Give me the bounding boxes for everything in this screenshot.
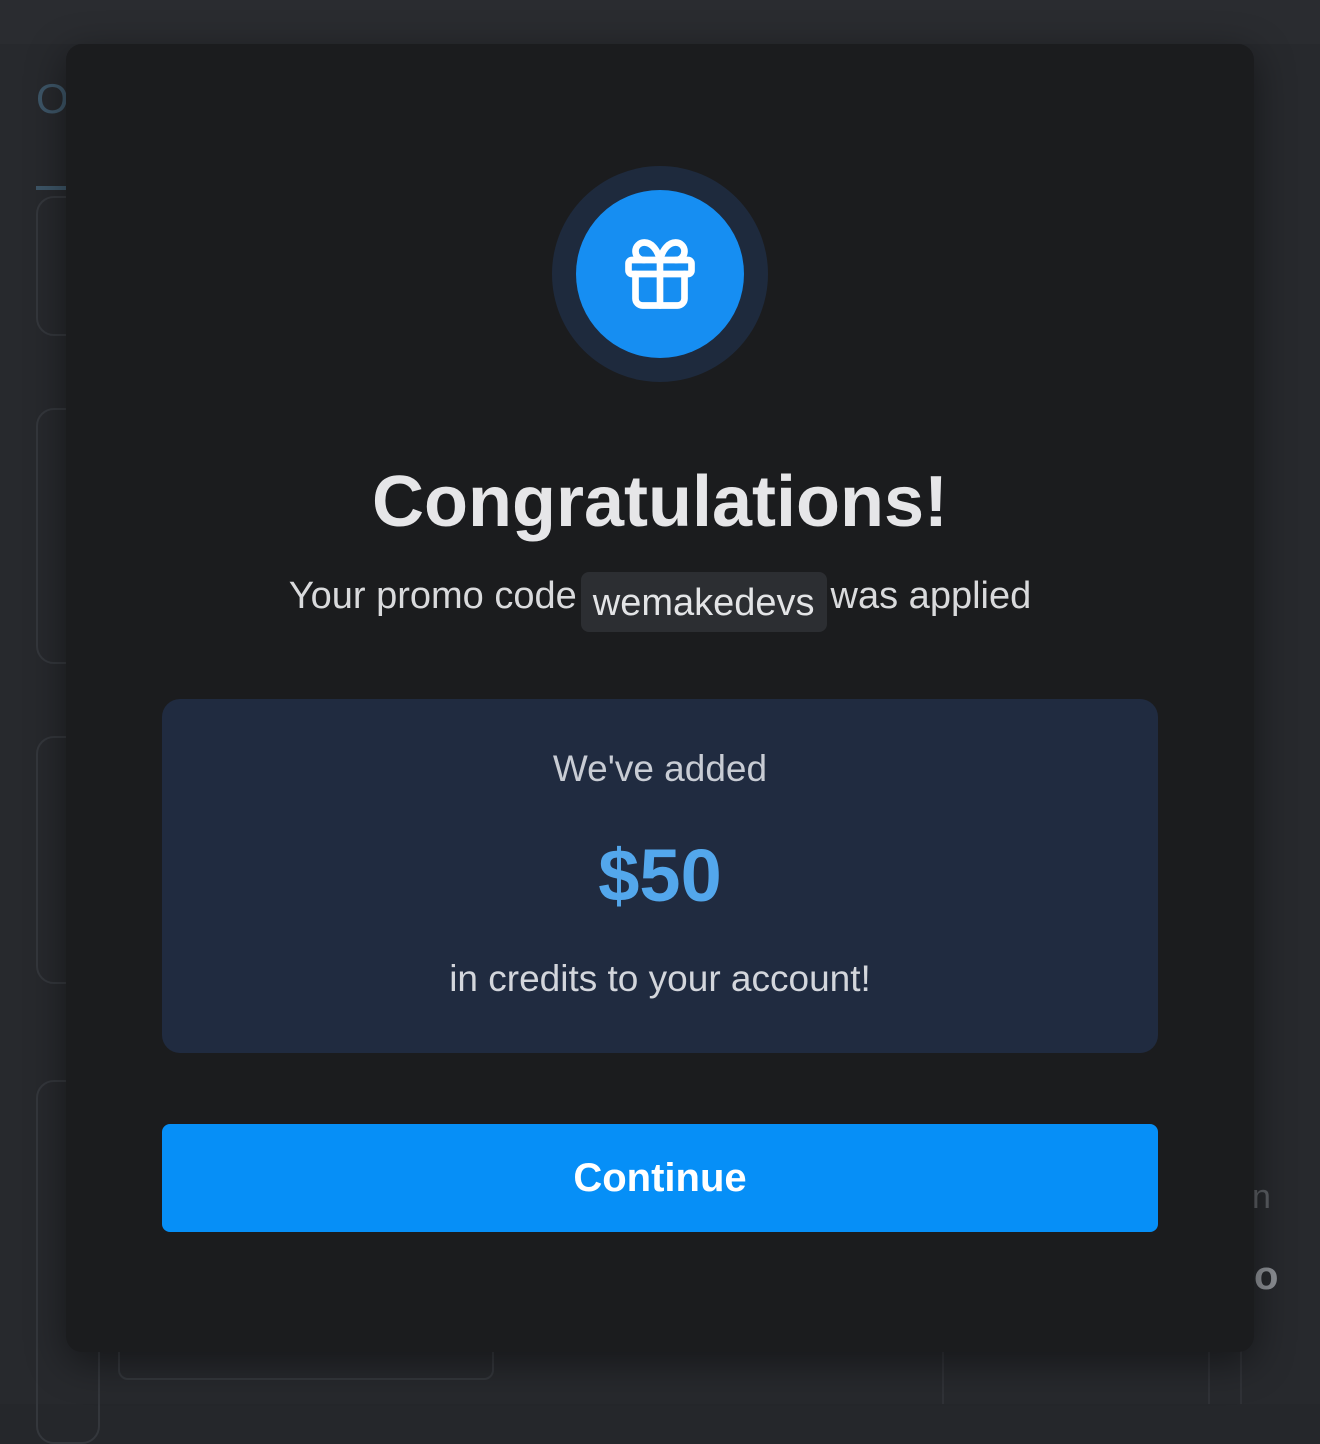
modal-title: Congratulations! [372,462,948,542]
continue-button[interactable]: Continue [162,1124,1158,1232]
background-partial-text: n [1252,1178,1271,1216]
promo-code-chip: wemakedevs [580,572,827,632]
background-partial-text: o [1254,1254,1279,1298]
gift-icon-badge [576,190,744,358]
background-top-bar [0,0,1320,44]
subtitle-suffix: was applied [830,575,1032,617]
gift-icon [625,239,695,309]
credit-amount: $50 [598,834,722,917]
credit-intro-text: We've added [552,748,768,789]
credit-outro-text: in credits to your account! [449,958,871,999]
background-divider [1208,1350,1210,1404]
credit-summary-panel: We've added $50 in credits to your accou… [162,699,1158,1053]
background-tab-label: O [36,75,69,122]
modal-subtitle: Your promo code wemakedevs was applied [66,566,1254,632]
gift-icon-ring [552,166,768,382]
promo-success-modal: Congratulations! Your promo code wemaked… [66,44,1254,1352]
subtitle-prefix: Your promo code [288,575,577,617]
